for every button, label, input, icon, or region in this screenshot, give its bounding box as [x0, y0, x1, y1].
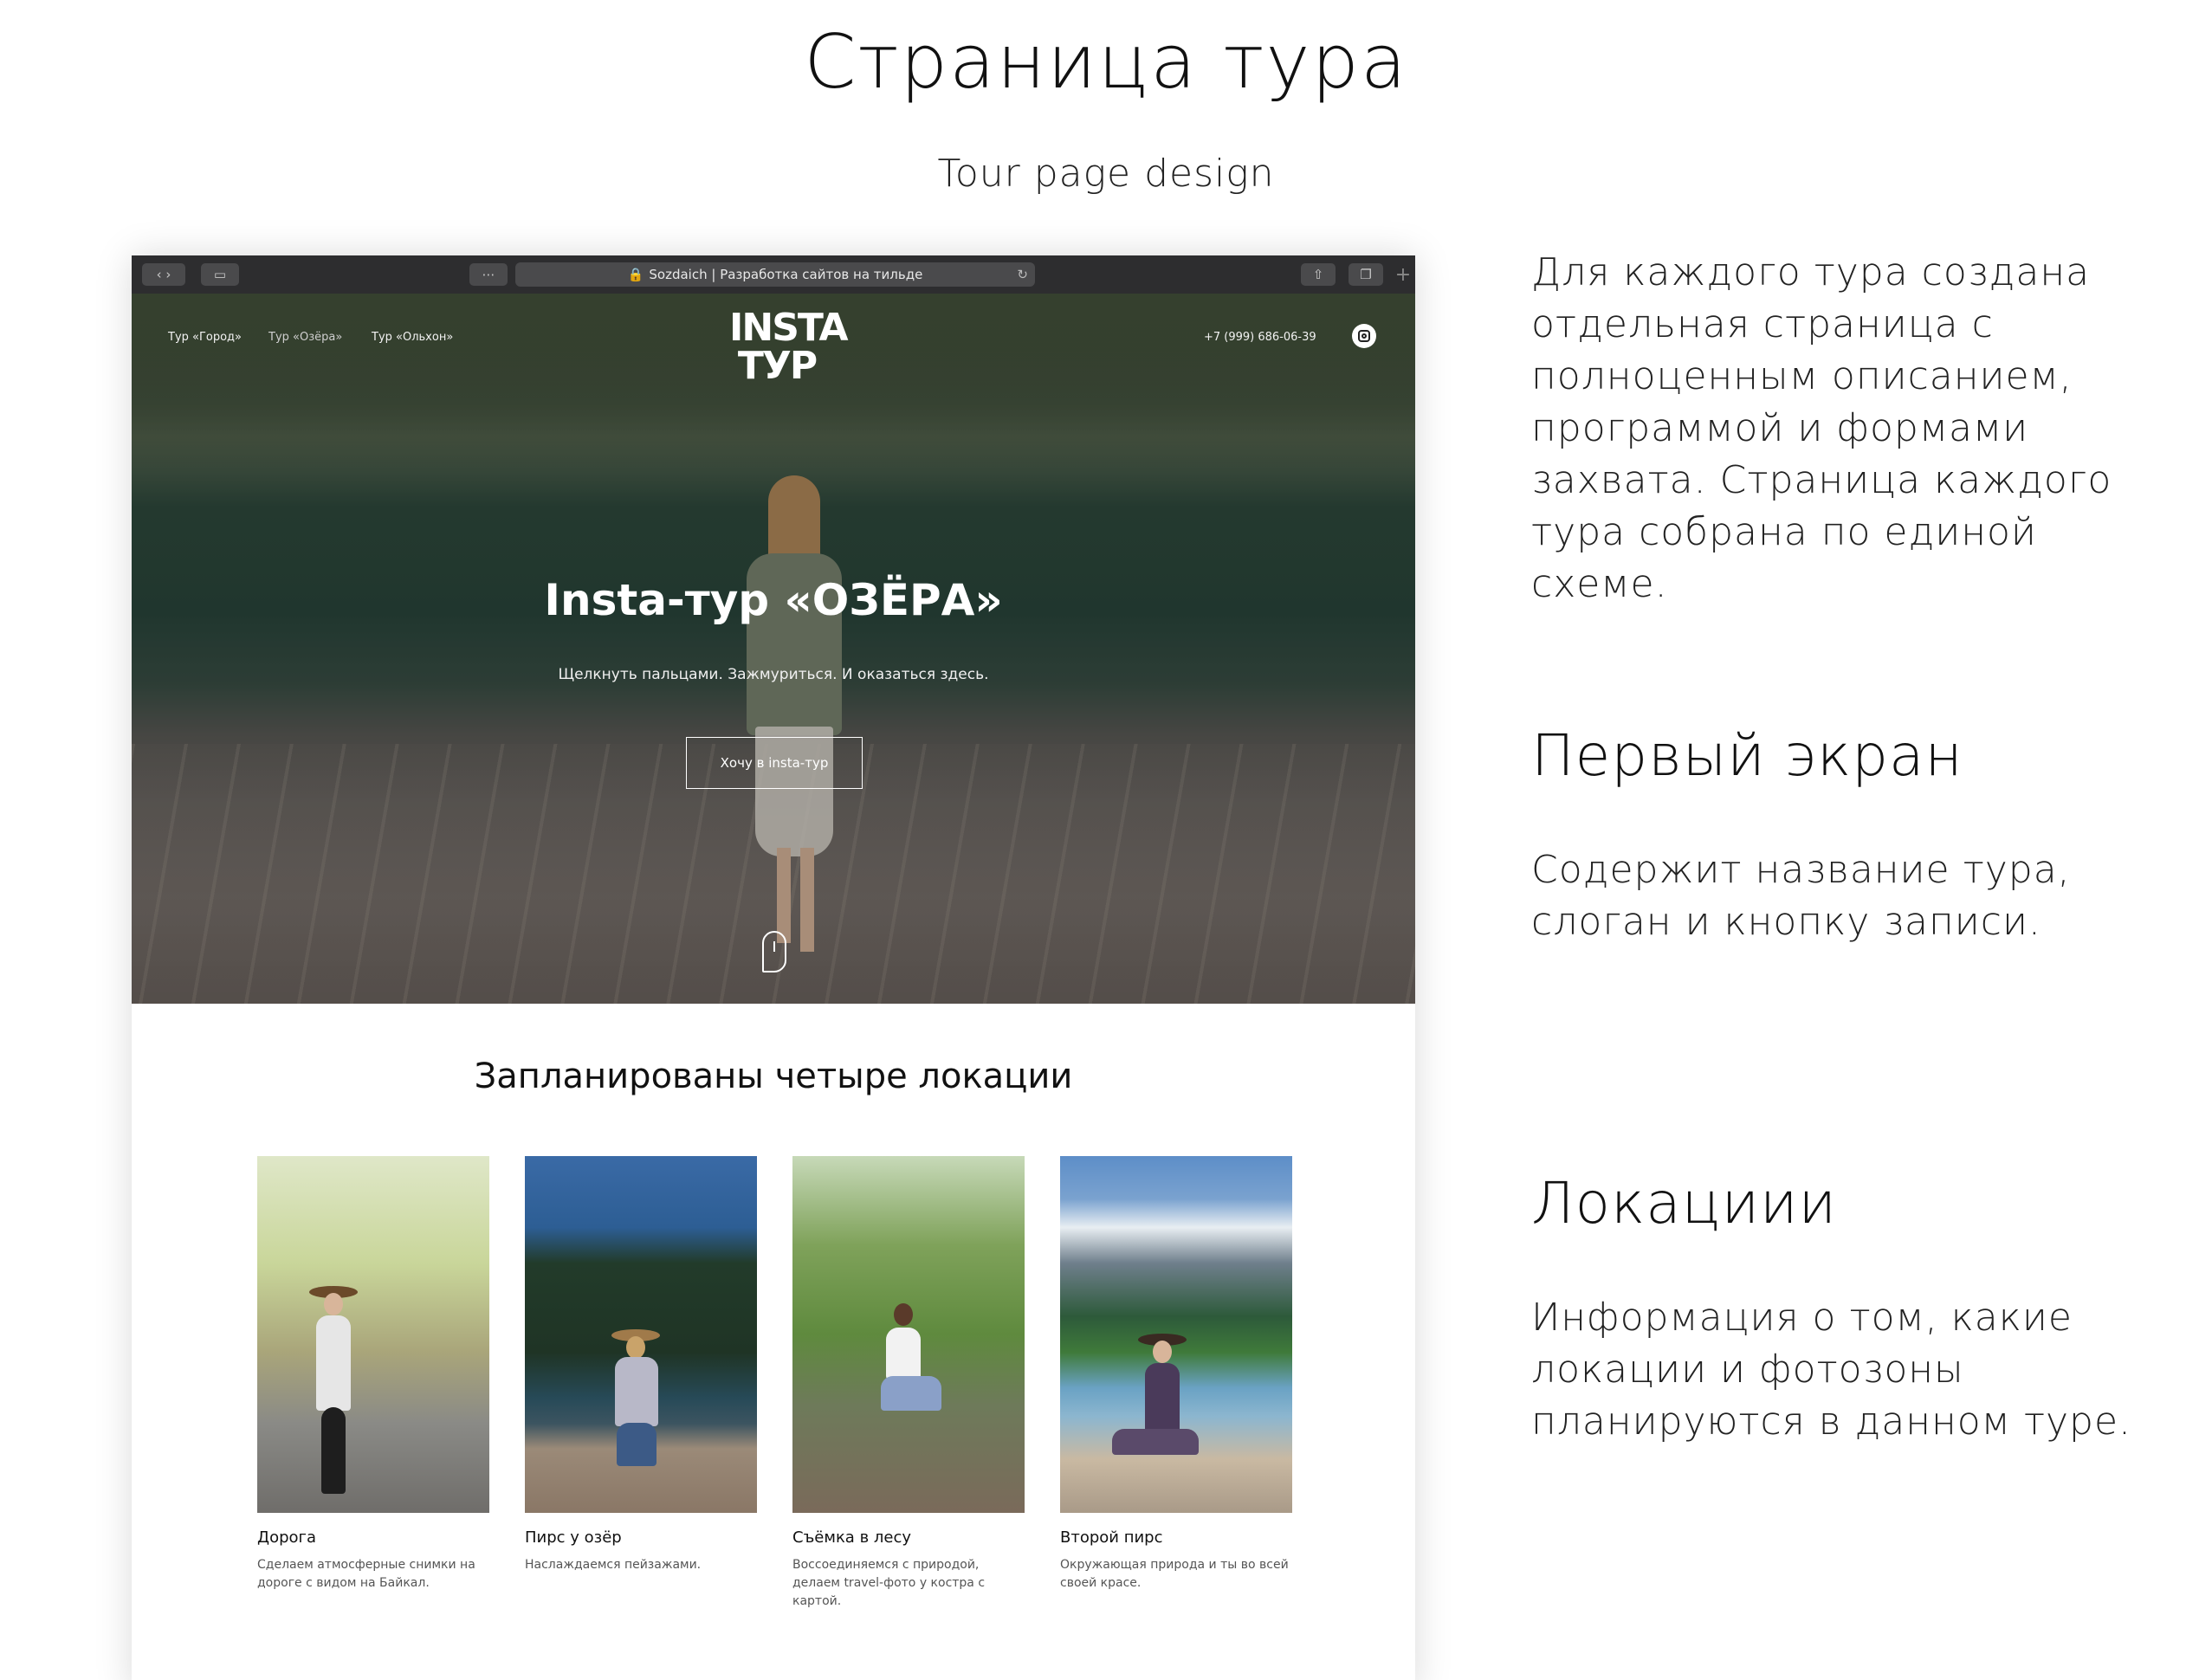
hero-cta-button[interactable]: Хочу в insta-тур — [686, 737, 863, 789]
grid-icon[interactable]: ⋯ — [469, 263, 508, 286]
phone-number[interactable]: +7 (999) 686-06-39 — [1204, 331, 1316, 344]
address-text: Sozdaich | Разработка сайтов на тильде — [649, 267, 923, 282]
location-name: Пирс у озёр — [525, 1528, 622, 1547]
browser-toolbar: ‹ › ▭ ⋯ 🔒 Sozdaich | Разработка сайтов на… — [132, 255, 1415, 294]
location-desc: Окружающая природа и ты во всей своей кр… — [1060, 1558, 1289, 1590]
side-heading-locations: Локациии — [1531, 1170, 1837, 1237]
location-name: Съёмка в лесу — [792, 1528, 912, 1547]
location-desc: Наслаждаемся пейзажами. — [525, 1558, 702, 1572]
hero-section: Тур «Город» Тур «Озёра» Тур «Ольхон» INS… — [132, 294, 1415, 1004]
logo-line-2: ТУР — [737, 344, 818, 388]
nav-tour-lakes[interactable]: Тур «Озёра» — [268, 331, 342, 344]
back-forward-icon[interactable]: ‹ › — [142, 263, 185, 286]
side-text-first-screen: Содержит название тура, слоган и кнопку … — [1531, 848, 2071, 944]
location-desc: Сделаем атмосферные снимки на дороге с в… — [257, 1558, 475, 1590]
scroll-down-icon[interactable] — [762, 931, 786, 972]
location-photo — [1060, 1156, 1292, 1513]
location-name: Второй пирс — [1060, 1528, 1163, 1547]
reload-icon[interactable]: ↻ — [1017, 262, 1028, 287]
presentation-title: Страница тура — [804, 19, 1408, 106]
location-desc: Воссоединяемся с природой, делаем travel… — [792, 1558, 986, 1608]
address-bar[interactable]: 🔒 Sozdaich | Разработка сайтов на тильде … — [515, 262, 1035, 287]
share-icon[interactable]: ⇧ — [1301, 263, 1336, 286]
side-heading-first-screen: Первый экран — [1531, 722, 1963, 789]
browser-window: ‹ › ▭ ⋯ 🔒 Sozdaich | Разработка сайтов на… — [132, 255, 1415, 1680]
instagram-icon[interactable] — [1352, 324, 1376, 348]
presentation-subtitle: Tour page design — [937, 152, 1275, 196]
nav-tour-city[interactable]: Тур «Город» — [168, 331, 242, 344]
sidebar-icon[interactable]: ▭ — [201, 263, 239, 286]
location-photo — [525, 1156, 757, 1513]
location-photo — [792, 1156, 1025, 1513]
side-text-locations: Информация о том, какие локации и фотозо… — [1531, 1296, 2132, 1444]
new-tab-icon[interactable]: + — [1393, 266, 1413, 287]
locations-title: Запланированы четыре локации — [474, 1056, 1073, 1096]
side-intro-text: Для каждого тура создана отдельная стран… — [1531, 250, 2112, 606]
site-logo[interactable]: INSTA ТУР — [729, 309, 849, 388]
lock-icon: 🔒 — [627, 267, 644, 282]
location-name: Дорога — [257, 1528, 317, 1547]
nav-tour-olkhon[interactable]: Тур «Ольхон» — [372, 331, 453, 344]
location-photo — [257, 1156, 489, 1513]
hero-slogan: Щелкнуть пальцами. Зажмуриться. И оказат… — [558, 666, 989, 683]
tabs-icon[interactable]: ❐ — [1349, 263, 1383, 286]
hero-title: Insta-тур «ОЗЁРА» — [544, 575, 1003, 625]
hero-overlay — [132, 294, 1415, 1004]
